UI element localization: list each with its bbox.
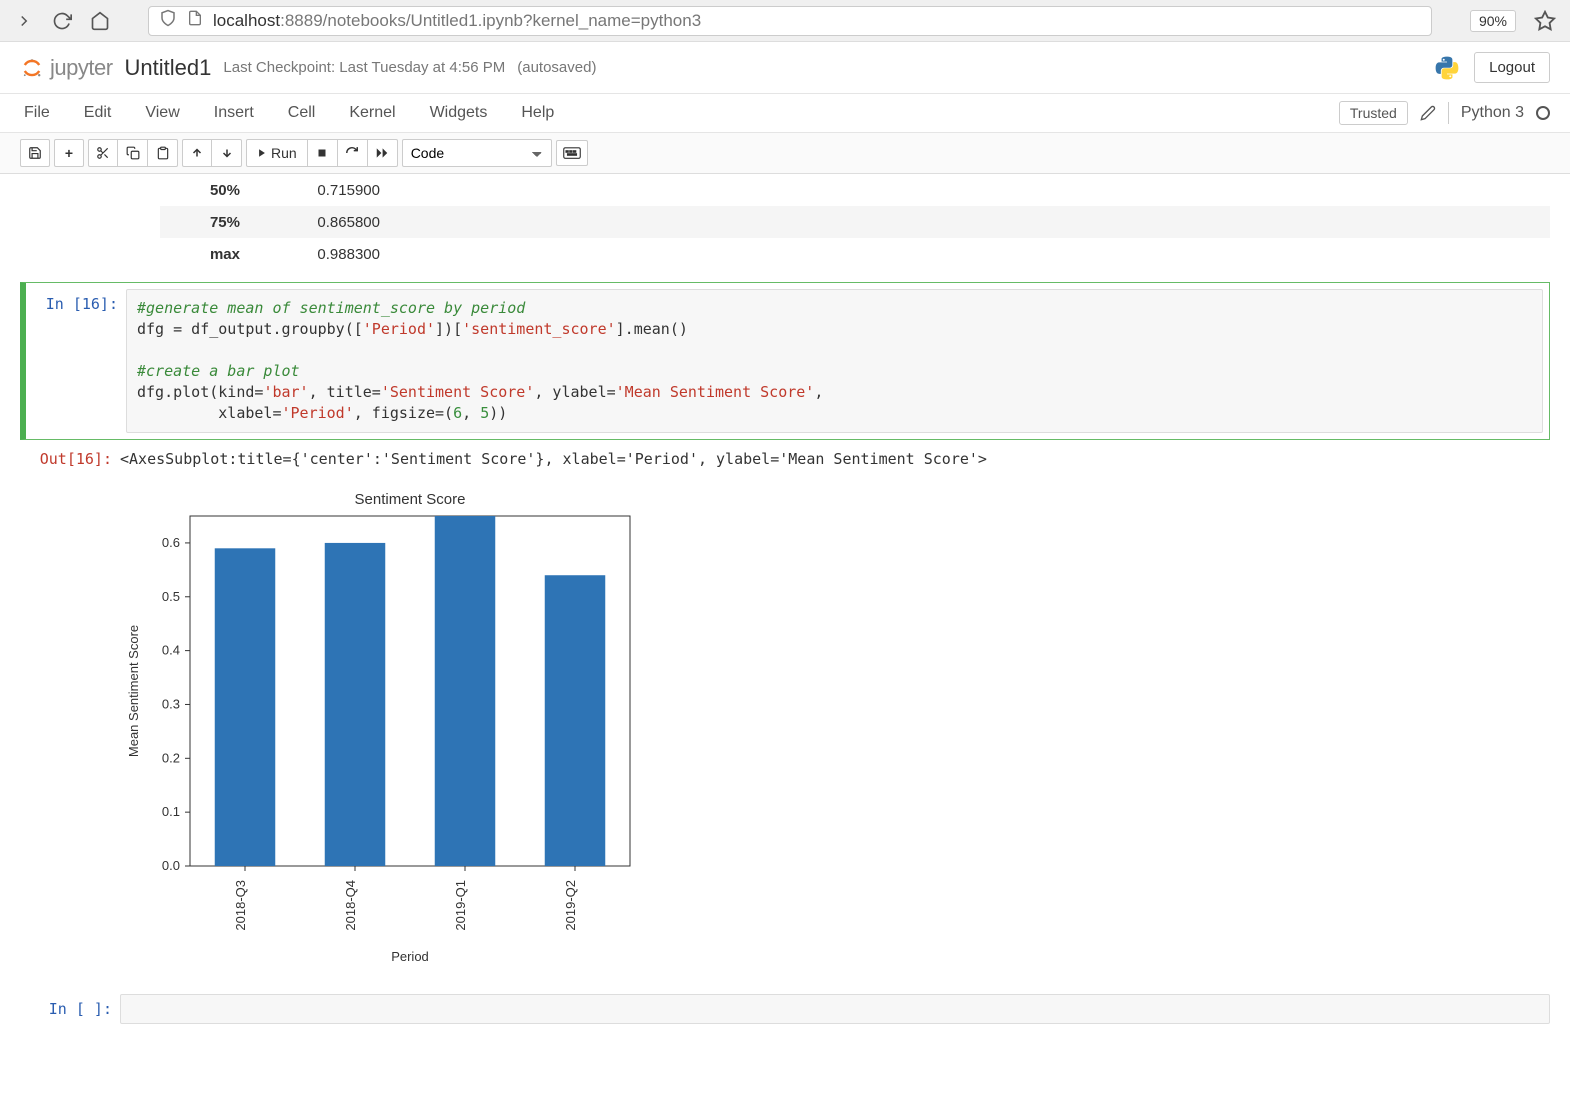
url-bar[interactable]: localhost:8889/notebooks/Untitled1.ipynb…	[148, 6, 1432, 36]
trusted-badge[interactable]: Trusted	[1339, 101, 1408, 125]
browser-chrome: localhost:8889/notebooks/Untitled1.ipynb…	[0, 0, 1570, 42]
shield-icon	[159, 9, 177, 32]
cut-button[interactable]	[88, 139, 118, 167]
in-prompt: In [ ]:	[20, 994, 120, 1024]
svg-text:Sentiment Score: Sentiment Score	[355, 491, 466, 508]
notebook-container: 50%0.71590075%0.865800max0.988300 In [16…	[0, 174, 1570, 1044]
svg-text:0.5: 0.5	[162, 589, 180, 604]
svg-text:2019-Q2: 2019-Q2	[563, 880, 578, 931]
svg-text:0.1: 0.1	[162, 804, 180, 819]
edit-icon[interactable]	[1420, 105, 1436, 121]
svg-text:0.4: 0.4	[162, 643, 180, 658]
code-cell-16[interactable]: In [16]: #generate mean of sentiment_sco…	[20, 282, 1550, 440]
move-down-button[interactable]	[212, 139, 242, 167]
forward-icon[interactable]	[14, 11, 34, 31]
menu-edit[interactable]: Edit	[80, 98, 116, 128]
checkpoint-text: Last Checkpoint: Last Tuesday at 4:56 PM	[223, 59, 505, 76]
bar-chart: Sentiment Score 0.0 0.1 0.2 0.3 0.4 0.5 0.6 Mean…	[120, 486, 1550, 976]
paste-button[interactable]	[148, 139, 178, 167]
restart-button[interactable]	[338, 139, 368, 167]
stats-table-fragment: 50%0.71590075%0.865800max0.988300	[160, 174, 1550, 270]
logout-button[interactable]: Logout	[1474, 52, 1550, 83]
svg-text:Period: Period	[391, 949, 429, 964]
menu-widgets[interactable]: Widgets	[426, 98, 492, 128]
jupyter-logo[interactable]: jupyter	[20, 55, 113, 81]
menu-help[interactable]: Help	[517, 98, 558, 128]
toolbar: + Run Code	[0, 133, 1570, 174]
output-text: <AxesSubplot:title={'center':'Sentiment …	[120, 444, 1550, 468]
add-cell-button[interactable]: +	[54, 139, 84, 167]
page-icon	[187, 10, 203, 31]
svg-text:0.0: 0.0	[162, 858, 180, 873]
restart-run-all-button[interactable]	[368, 139, 398, 167]
interrupt-button[interactable]	[308, 139, 338, 167]
kernel-name[interactable]: Python 3	[1461, 104, 1524, 122]
menu-cell[interactable]: Cell	[284, 98, 320, 128]
notebook-name[interactable]: Untitled1	[125, 55, 212, 81]
svg-text:0.6: 0.6	[162, 535, 180, 550]
menu-view[interactable]: View	[141, 98, 183, 128]
menubar: FileEditViewInsertCellKernelWidgetsHelp …	[0, 94, 1570, 133]
svg-text:0.2: 0.2	[162, 750, 180, 765]
python-logo-icon	[1434, 55, 1460, 81]
autosaved-text: (autosaved)	[517, 59, 596, 76]
reload-icon[interactable]	[52, 11, 72, 31]
bookmark-star-icon[interactable]	[1534, 10, 1556, 32]
in-prompt: In [16]:	[26, 289, 126, 433]
home-icon[interactable]	[90, 11, 110, 31]
output-cell-16: Out[16]: <AxesSubplot:title={'center':'S…	[20, 444, 1550, 976]
run-button[interactable]: Run	[246, 139, 308, 167]
table-row: 75%0.865800	[160, 206, 1550, 238]
zoom-level[interactable]: 90%	[1470, 10, 1516, 32]
menu-insert[interactable]: Insert	[210, 98, 258, 128]
code-input[interactable]: #generate mean of sentiment_score by per…	[126, 289, 1543, 433]
kernel-status-icon	[1536, 106, 1550, 120]
svg-text:0.3: 0.3	[162, 696, 180, 711]
svg-text:2018-Q4: 2018-Q4	[343, 880, 358, 931]
save-button[interactable]	[20, 139, 50, 167]
cell-type-select[interactable]: Code	[402, 139, 552, 167]
svg-text:Mean Sentiment Score: Mean Sentiment Score	[126, 625, 141, 757]
table-row: 50%0.715900	[160, 174, 1550, 206]
svg-text:2019-Q1: 2019-Q1	[453, 880, 468, 931]
svg-text:2018-Q3: 2018-Q3	[233, 880, 248, 931]
jupyter-header: jupyter Untitled1 Last Checkpoint: Last …	[0, 42, 1570, 94]
copy-button[interactable]	[118, 139, 148, 167]
command-palette-button[interactable]	[556, 140, 588, 166]
out-prompt: Out[16]:	[20, 444, 120, 976]
empty-code-cell[interactable]: In [ ]:	[20, 994, 1550, 1024]
table-row: max0.988300	[160, 238, 1550, 270]
menu-file[interactable]: File	[20, 98, 54, 128]
code-input[interactable]	[120, 994, 1550, 1024]
move-up-button[interactable]	[182, 139, 212, 167]
menu-kernel[interactable]: Kernel	[345, 98, 399, 128]
url-text: localhost:8889/notebooks/Untitled1.ipynb…	[213, 11, 701, 31]
